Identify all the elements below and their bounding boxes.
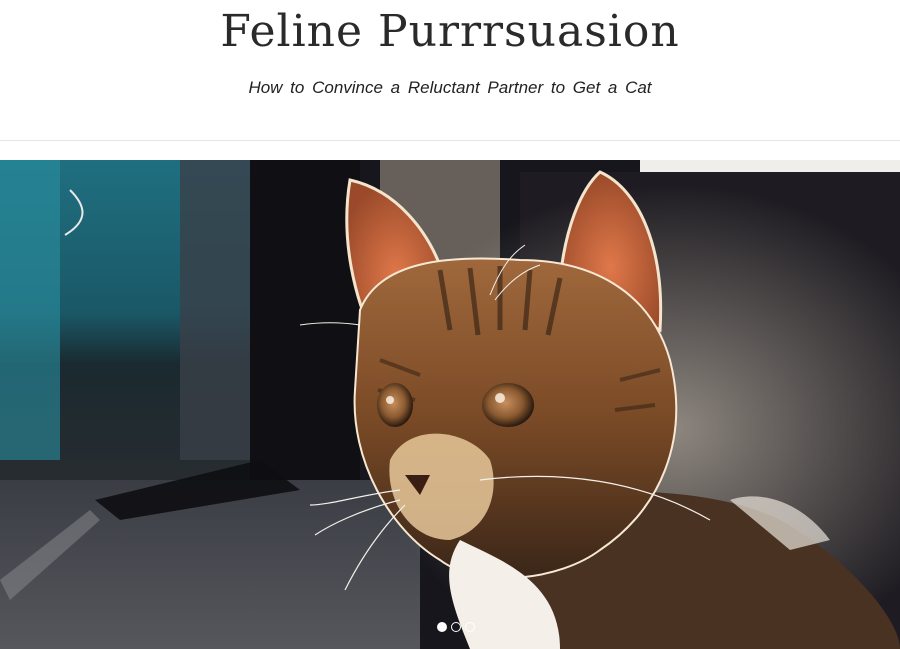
hero-slide-image bbox=[0, 160, 900, 649]
site-header: Feline Purrrsuasion How to Convince a Re… bbox=[0, 0, 900, 141]
slider-dot-2[interactable] bbox=[451, 622, 461, 632]
site-tagline: How to Convince a Reluctant Partner to G… bbox=[248, 78, 652, 97]
slider-dot-1[interactable] bbox=[437, 622, 447, 632]
site-title[interactable]: Feline Purrrsuasion bbox=[0, 6, 900, 57]
hero-slider[interactable] bbox=[0, 160, 900, 649]
slider-dot-3[interactable] bbox=[465, 622, 475, 632]
slider-pagination bbox=[437, 622, 475, 634]
